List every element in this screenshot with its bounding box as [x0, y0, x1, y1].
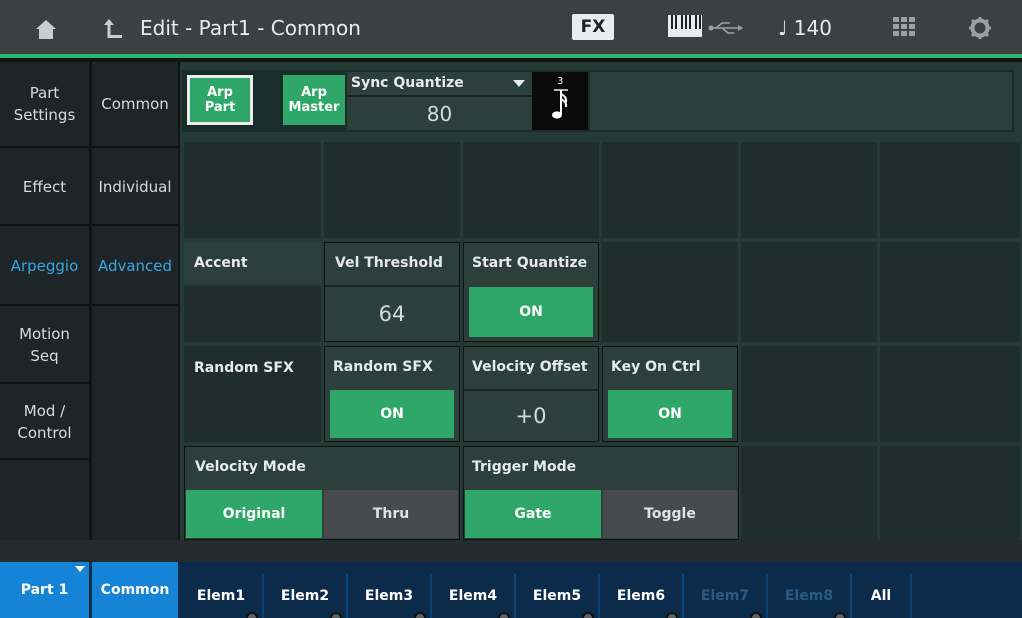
elem4-tab[interactable]: Elem4: [432, 574, 516, 618]
grid-cell: [880, 346, 1020, 442]
elem7-label: Elem7: [700, 588, 750, 604]
elem8-tab[interactable]: Elem8: [768, 574, 852, 618]
elem7-tab[interactable]: Elem7: [684, 574, 768, 618]
grid-cell: [184, 142, 321, 238]
all-elements-label: All: [870, 588, 892, 604]
nav-advanced[interactable]: Advanced: [92, 228, 178, 306]
velocity-mode-label: Velocity Mode: [195, 459, 306, 475]
fx-badge[interactable]: FX: [572, 14, 614, 40]
grid-cell: [741, 242, 877, 342]
elem6-label: Elem6: [616, 588, 666, 604]
grid-cell: [741, 346, 877, 442]
elem-switch-icon[interactable]: [834, 612, 846, 618]
arp-extra-field: [590, 72, 1012, 130]
grid-cell: [463, 142, 599, 238]
usb-icon: [708, 20, 744, 34]
elem3-label: Elem3: [364, 588, 414, 604]
grid-cell: [880, 242, 1020, 342]
elem4-label: Elem4: [448, 588, 498, 604]
elem-switch-icon[interactable]: [498, 612, 510, 618]
elem5-label: Elem5: [532, 588, 582, 604]
chevron-down-icon: [75, 566, 85, 572]
nav-individual[interactable]: Individual: [92, 150, 178, 226]
elem-switch-icon[interactable]: [330, 612, 342, 618]
grid-icon[interactable]: [893, 17, 915, 37]
grid-cell: [324, 142, 460, 238]
sync-quantize-field[interactable]: Sync Quantize 80: [347, 72, 532, 130]
chevron-down-icon: [513, 80, 525, 87]
sync-quantize-label: Sync Quantize: [351, 75, 464, 91]
trigger-mode-gate[interactable]: Gate: [465, 490, 601, 538]
sixteenth-note-icon: [552, 89, 568, 119]
random-sfx-label: Random SFX: [194, 360, 294, 376]
common-tab[interactable]: Common: [92, 562, 178, 618]
elem-switch-icon[interactable]: [750, 612, 762, 618]
part-select-tab[interactable]: Part 1: [0, 562, 89, 618]
note-value-field[interactable]: 3: [532, 72, 588, 130]
grid-cell: [741, 142, 877, 238]
elem-switch-icon[interactable]: [582, 612, 594, 618]
elem5-tab[interactable]: Elem5: [516, 574, 600, 618]
trigger-mode-toggle[interactable]: Toggle: [603, 490, 737, 538]
key-on-ctrl-label: Key On Ctrl: [611, 359, 701, 375]
keyboard-icon: [668, 15, 702, 37]
part-select-label: Part 1: [20, 582, 69, 598]
top-bar: Edit - Part1 - Common FX ♩ 140: [0, 0, 1022, 58]
note-triplet-label: 3: [557, 76, 564, 87]
accent-label: Accent: [194, 255, 248, 271]
grid-cell: [184, 286, 321, 342]
arp-part-button[interactable]: Arp Part: [187, 75, 253, 125]
accent-header: Accent: [184, 242, 321, 284]
trigger-mode-label: Trigger Mode: [472, 459, 577, 475]
elem1-label: Elem1: [196, 588, 246, 604]
elem3-tab[interactable]: Elem3: [348, 574, 432, 618]
velocity-offset-value: +0: [515, 404, 547, 428]
vel-threshold-value: 64: [378, 302, 406, 326]
arp-master-button[interactable]: Arp Master: [283, 75, 345, 125]
elem2-tab[interactable]: Elem2: [264, 574, 348, 618]
random-sfx-switch-label: Random SFX: [333, 359, 433, 375]
elem2-label: Elem2: [280, 588, 330, 604]
elem-switch-icon[interactable]: [246, 612, 258, 618]
nav-arpeggio[interactable]: Arpeggio: [0, 228, 89, 306]
gear-icon[interactable]: [968, 16, 992, 40]
velocity-offset-field[interactable]: Velocity Offset +0: [463, 346, 599, 442]
home-icon[interactable]: [34, 17, 58, 41]
velocity-mode-thru[interactable]: Thru: [324, 490, 458, 538]
velocity-offset-label: Velocity Offset: [472, 359, 588, 375]
vel-threshold-label: Vel Threshold: [335, 255, 443, 271]
elem1-tab[interactable]: Elem1: [180, 574, 264, 618]
page-title: Edit - Part1 - Common: [140, 16, 361, 40]
random-sfx-group: Random SFX: [184, 346, 321, 442]
back-icon[interactable]: [102, 17, 124, 41]
nav-part-settings[interactable]: Part Settings: [0, 62, 89, 148]
start-quantize-toggle[interactable]: ON: [469, 287, 593, 337]
key-on-ctrl-toggle[interactable]: ON: [608, 390, 732, 438]
grid-cell: [602, 242, 738, 342]
grid-cell: [741, 446, 877, 540]
velocity-mode-original[interactable]: Original: [186, 490, 322, 538]
nav-common[interactable]: Common: [92, 62, 178, 148]
random-sfx-toggle[interactable]: ON: [330, 390, 454, 438]
vel-threshold-field[interactable]: Vel Threshold 64: [324, 242, 460, 342]
sync-quantize-value: 80: [426, 101, 453, 126]
elem6-tab[interactable]: Elem6: [600, 574, 684, 618]
bottom-strip: [0, 540, 1022, 562]
all-elements-tab[interactable]: All: [852, 574, 912, 618]
grid-cell: [880, 142, 1020, 238]
start-quantize-label: Start Quantize: [472, 255, 588, 271]
nav-motion-seq[interactable]: Motion Seq: [0, 308, 89, 384]
tempo-display[interactable]: ♩ 140: [778, 16, 832, 40]
grid-cell: [602, 142, 738, 238]
elem8-label: Elem8: [784, 588, 834, 604]
main-panel: Arp Part Arp Master Sync Quantize 80 3 A…: [180, 62, 1022, 540]
nav-mod-control[interactable]: Mod / Control: [0, 386, 89, 460]
elem-switch-icon[interactable]: [666, 612, 678, 618]
elem-switch-icon[interactable]: [414, 612, 426, 618]
nav-effect[interactable]: Effect: [0, 150, 89, 226]
grid-cell: [880, 446, 1020, 540]
